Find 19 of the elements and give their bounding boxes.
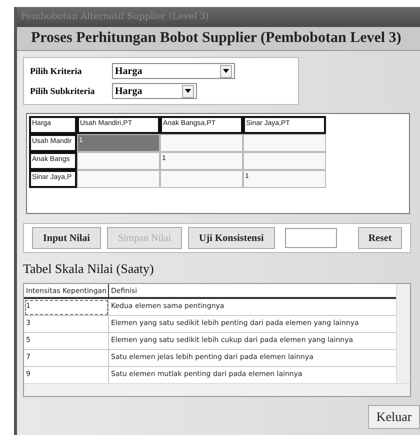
header-title: Proses Perhitungan Bobot Supplier (Pembobotan Level 3) xyxy=(31,30,402,47)
exit-button[interactable]: Keluar xyxy=(368,405,420,429)
grid-cell[interactable] xyxy=(160,170,243,188)
grid-cell[interactable] xyxy=(160,134,243,152)
criteria-label: Pilih Kriteria xyxy=(30,66,83,76)
reset-button[interactable]: Reset xyxy=(358,227,402,249)
grid-cell[interactable] xyxy=(77,170,160,188)
grid-cell[interactable] xyxy=(243,134,326,152)
action-button[interactable]: Input Nilai xyxy=(32,227,101,249)
grid-cell[interactable] xyxy=(77,152,160,170)
grid-cell[interactable] xyxy=(243,152,326,170)
dropdown[interactable]: Harga xyxy=(112,63,235,79)
result-field[interactable] xyxy=(284,228,337,248)
horizontal-scrollbar[interactable] xyxy=(24,383,410,396)
section-title: Tabel Skala Nilai (Saaty) xyxy=(23,261,155,277)
dropdown[interactable]: Harga xyxy=(112,83,197,99)
vertical-scrollbar[interactable] xyxy=(396,284,410,384)
action-button[interactable]: Uji Konsistensi xyxy=(188,227,275,249)
criteria-label: Pilih Subkriteria xyxy=(30,86,96,96)
